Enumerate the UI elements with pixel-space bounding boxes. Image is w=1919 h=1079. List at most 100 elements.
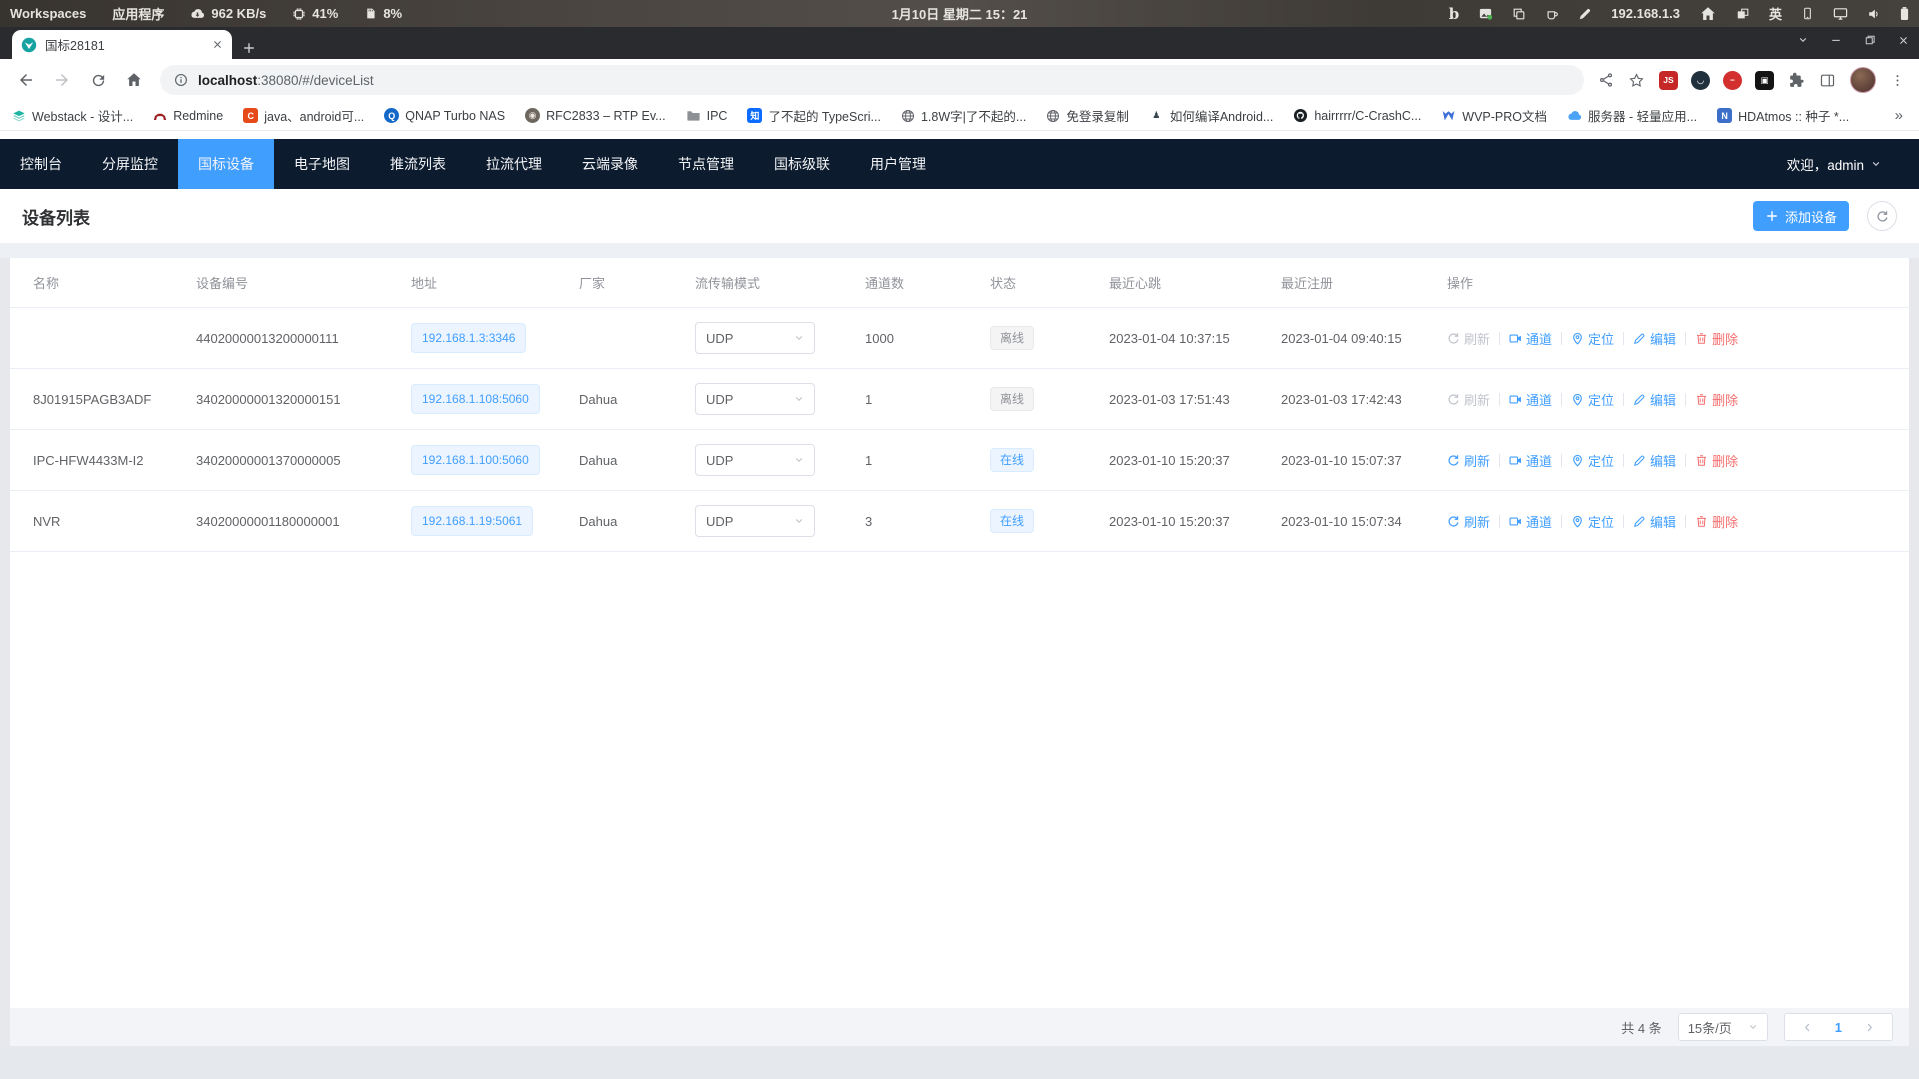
channel-action[interactable]: 通道 [1509, 390, 1552, 409]
delete-action[interactable]: 删除 [1695, 451, 1738, 470]
display-icon[interactable] [1833, 6, 1848, 21]
nav-item[interactable]: 控制台 [0, 139, 82, 189]
bookmark-item[interactable]: NHDAtmos :: 种子 *... [1717, 106, 1849, 125]
cpu-usage-indicator[interactable]: 41% [292, 6, 338, 21]
user-menu[interactable]: 欢迎，admin [1787, 154, 1881, 174]
profile-avatar[interactable] [1850, 67, 1876, 93]
tab-close-icon[interactable] [212, 39, 223, 50]
coffee-icon[interactable] [1545, 7, 1559, 21]
nav-item[interactable]: 拉流代理 [466, 139, 562, 189]
locate-action[interactable]: 定位 [1571, 329, 1614, 348]
device-address-tag[interactable]: 192.168.1.108:5060 [411, 384, 540, 414]
nav-item[interactable]: 分屏监控 [82, 139, 178, 189]
battery-icon[interactable] [1900, 6, 1909, 21]
edit-action[interactable]: 编辑 [1633, 329, 1676, 348]
refresh-action[interactable]: 刷新 [1447, 329, 1490, 348]
bookmark-item[interactable]: QQNAP Turbo NAS [384, 108, 505, 123]
nav-item[interactable]: 国标级联 [754, 139, 850, 189]
prev-page-button[interactable] [1791, 1022, 1824, 1033]
bookmark-item[interactable]: IPC [686, 108, 728, 123]
home-icon[interactable] [1699, 5, 1717, 23]
back-button[interactable] [10, 64, 42, 96]
device-address-tag[interactable]: 192.168.1.19:5061 [411, 506, 533, 536]
nav-item[interactable]: 云端录像 [562, 139, 658, 189]
edit-action[interactable]: 编辑 [1633, 390, 1676, 409]
js-extension-icon[interactable]: JS [1659, 71, 1678, 90]
channel-action[interactable]: 通道 [1509, 512, 1552, 531]
screenshot-tool-icon[interactable] [1478, 6, 1493, 21]
bing-icon[interactable]: b [1449, 5, 1460, 23]
next-page-button[interactable] [1853, 1022, 1886, 1033]
nav-item[interactable]: 国标设备 [178, 139, 274, 189]
side-panel-icon[interactable] [1819, 72, 1836, 89]
volume-icon[interactable] [1867, 7, 1881, 21]
bookmark-item[interactable]: Redmine [153, 109, 223, 123]
bookmark-item[interactable]: ♟如何编译Android... [1149, 106, 1274, 125]
stream-mode-select[interactable]: UDP [695, 383, 815, 415]
nav-item[interactable]: 电子地图 [274, 139, 370, 189]
workspaces-button[interactable]: Workspaces [10, 6, 86, 21]
delete-action[interactable]: 删除 [1695, 512, 1738, 531]
channel-action[interactable]: 通道 [1509, 329, 1552, 348]
bookmark-item[interactable]: ◉RFC2833 – RTP Ev... [525, 108, 666, 123]
edit-action[interactable]: 编辑 [1633, 451, 1676, 470]
new-tab-button[interactable] [242, 41, 256, 55]
device-address-tag[interactable]: 192.168.1.100:5060 [411, 445, 540, 475]
refresh-action[interactable]: 刷新 [1447, 512, 1490, 531]
stream-mode-select[interactable]: UDP [695, 444, 815, 476]
site-info-icon[interactable] [174, 73, 188, 87]
close-window-icon[interactable] [1898, 35, 1909, 46]
locate-action[interactable]: 定位 [1571, 451, 1614, 470]
workspace-switcher-icon[interactable] [1736, 7, 1750, 21]
locate-action[interactable]: 定位 [1571, 512, 1614, 531]
memory-usage-indicator[interactable]: 8% [364, 6, 402, 21]
locate-action[interactable]: 定位 [1571, 390, 1614, 409]
reload-button[interactable] [82, 64, 114, 96]
edit-action[interactable]: 编辑 [1633, 512, 1676, 531]
stream-mode-select[interactable]: UDP [695, 322, 815, 354]
nav-item[interactable]: 用户管理 [850, 139, 946, 189]
browser-menu-icon[interactable] [1890, 73, 1905, 88]
bookmark-item[interactable]: 免登录复制 [1046, 106, 1129, 125]
nav-item[interactable]: 推流列表 [370, 139, 466, 189]
color-picker-icon[interactable] [1578, 7, 1592, 21]
blocker-extension-icon[interactable]: − [1723, 71, 1742, 90]
refresh-list-button[interactable] [1867, 201, 1897, 231]
extensions-puzzle-icon[interactable] [1788, 72, 1805, 89]
bookmark-item[interactable]: Cjava、android可... [243, 106, 364, 125]
bookmarks-overflow-icon[interactable]: » [1891, 107, 1907, 124]
delete-action[interactable]: 删除 [1695, 329, 1738, 348]
bookmark-star-icon[interactable] [1628, 72, 1645, 89]
nav-item[interactable]: 节点管理 [658, 139, 754, 189]
network-speed-indicator[interactable]: 962 KB/s [190, 6, 266, 21]
bookmark-item[interactable]: 1.8W字|了不起的... [901, 106, 1026, 125]
address-bar[interactable]: localhost:38080/#/deviceList [160, 65, 1584, 95]
minimize-icon[interactable] [1830, 34, 1842, 46]
applications-menu[interactable]: 应用程序 [112, 4, 164, 23]
delete-action[interactable]: 删除 [1695, 390, 1738, 409]
refresh-action[interactable]: 刷新 [1447, 451, 1490, 470]
page-size-select[interactable]: 15条/页 [1678, 1013, 1768, 1041]
bookmark-item[interactable]: 知了不起的 TypeScri... [747, 106, 881, 125]
browser-tab[interactable]: 国标28181 [12, 30, 232, 59]
phone-link-icon[interactable] [1801, 7, 1814, 20]
ip-address[interactable]: 192.168.1.3 [1611, 6, 1680, 21]
current-page[interactable]: 1 [1824, 1020, 1853, 1035]
add-device-button[interactable]: 添加设备 [1753, 201, 1849, 231]
share-icon[interactable] [1598, 72, 1614, 88]
channel-action[interactable]: 通道 [1509, 451, 1552, 470]
stream-mode-select[interactable]: UDP [695, 505, 815, 537]
bookmark-item[interactable]: Webstack - 设计... [12, 106, 133, 125]
bookmark-item[interactable]: 服务器 - 轻量应用... [1567, 106, 1697, 125]
device-address-tag[interactable]: 192.168.1.3:3346 [411, 323, 526, 353]
forward-button[interactable] [46, 64, 78, 96]
input-method-indicator[interactable]: 英 [1769, 4, 1782, 23]
refresh-action[interactable]: 刷新 [1447, 390, 1490, 409]
home-button[interactable] [118, 64, 150, 96]
bookmark-item[interactable]: WVP-PRO文档 [1441, 106, 1547, 125]
tab-search-icon[interactable] [1798, 35, 1808, 45]
clipboard-icon[interactable] [1512, 7, 1526, 21]
restore-icon[interactable] [1864, 34, 1876, 46]
dark-reader-extension-icon[interactable]: ◡ [1691, 71, 1710, 90]
screenshot-extension-icon[interactable]: ▣ [1755, 71, 1774, 90]
